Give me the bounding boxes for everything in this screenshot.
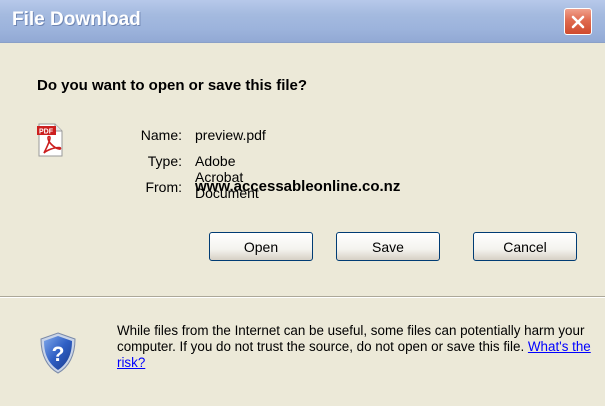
close-button[interactable]: [564, 8, 592, 35]
dialog-question: Do you want to open or save this file?: [37, 77, 308, 94]
pdf-file-icon: PDF: [37, 123, 63, 157]
file-name-value: preview.pdf: [195, 127, 266, 143]
svg-text:PDF: PDF: [39, 129, 54, 136]
dialog-title: File Download: [12, 9, 141, 30]
file-from-label: From:: [145, 179, 182, 195]
dialog-separator: [0, 296, 605, 298]
file-name-label: Name:: [140, 127, 182, 143]
shield-question-icon: ?: [40, 332, 76, 374]
open-button[interactable]: Open: [209, 232, 313, 261]
save-button[interactable]: Save: [336, 232, 440, 261]
warning-text: While files from the Internet can be use…: [117, 323, 585, 354]
title-bar[interactable]: File Download: [0, 0, 605, 43]
cancel-button[interactable]: Cancel: [473, 232, 577, 261]
close-icon: [571, 15, 585, 28]
security-warning: While files from the Internet can be use…: [117, 323, 592, 371]
svg-text:?: ?: [52, 343, 65, 366]
file-from-value: www.accessableonline.co.nz: [195, 178, 401, 195]
file-type-label: Type:: [147, 153, 182, 169]
